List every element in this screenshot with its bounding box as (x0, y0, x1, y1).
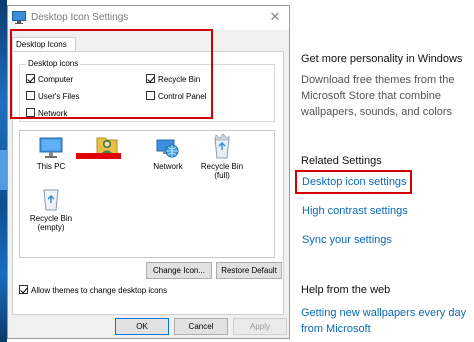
desktop-background (0, 0, 7, 342)
cancel-button[interactable]: Cancel (174, 318, 228, 335)
title-bar[interactable]: Desktop Icon Settings ✕ (8, 6, 289, 30)
related-settings-heading: Related Settings (301, 155, 382, 167)
wallpapers-link-line1[interactable]: Getting new wallpapers every day (301, 305, 466, 321)
icon-label-line2: (empty) (37, 223, 65, 232)
redaction-bar (76, 153, 121, 159)
highlight-box-desktop-icons (10, 29, 213, 119)
recycle-bin-empty-icon (43, 189, 59, 211)
wallpapers-link-line2[interactable]: from Microsoft (301, 321, 371, 337)
icon-item-recycle-bin-full[interactable]: Recycle Bin (full) (193, 133, 251, 180)
personality-heading: Get more personality in Windows (301, 53, 463, 65)
icon-label-line1: Recycle Bin (29, 214, 73, 223)
restore-default-button[interactable]: Restore Default (216, 262, 282, 279)
network-globe-icon (156, 139, 179, 158)
icon-item-network[interactable]: Network (139, 137, 197, 171)
monitor-icon (39, 137, 63, 158)
high-contrast-settings-link[interactable]: High contrast settings (302, 205, 408, 217)
personality-desc-line2: Microsoft Store that combine (301, 90, 442, 102)
icon-label-line1: Recycle Bin (200, 162, 244, 171)
icon-label: This PC (36, 162, 66, 171)
checkbox-label: Allow themes to change desktop icons (31, 286, 168, 295)
desktop-glow (0, 150, 7, 190)
checkbox-box[interactable] (19, 285, 28, 294)
sync-settings-link[interactable]: Sync your settings (302, 234, 392, 246)
checkbox-allow-themes[interactable]: Allow themes to change desktop icons (19, 285, 167, 296)
desktop-icon-list: This PC Network Recycle Bin (full) Recyc… (19, 130, 275, 258)
close-icon[interactable]: ✕ (267, 9, 283, 25)
icon-label-line2: (full) (214, 171, 230, 180)
personality-desc-line3: wallpapers, sounds, and colors (301, 106, 453, 118)
recycle-bin-full-icon (214, 133, 230, 159)
desktop-icon-settings-link[interactable]: Desktop icon settings (302, 176, 407, 188)
help-heading: Help from the web (301, 284, 391, 296)
icon-item-this-pc[interactable]: This PC (22, 137, 80, 171)
dialog-app-icon (12, 11, 26, 24)
ok-button[interactable]: OK (115, 318, 169, 335)
icon-item-recycle-bin-empty[interactable]: Recycle Bin (empty) (22, 187, 80, 232)
change-icon-button[interactable]: Change Icon... (146, 262, 212, 279)
personality-desc-line1: Download free themes from the (301, 74, 455, 86)
dialog-title: Desktop Icon Settings (31, 12, 129, 23)
apply-button[interactable]: Apply (233, 318, 287, 335)
icon-label: Network (153, 162, 183, 171)
